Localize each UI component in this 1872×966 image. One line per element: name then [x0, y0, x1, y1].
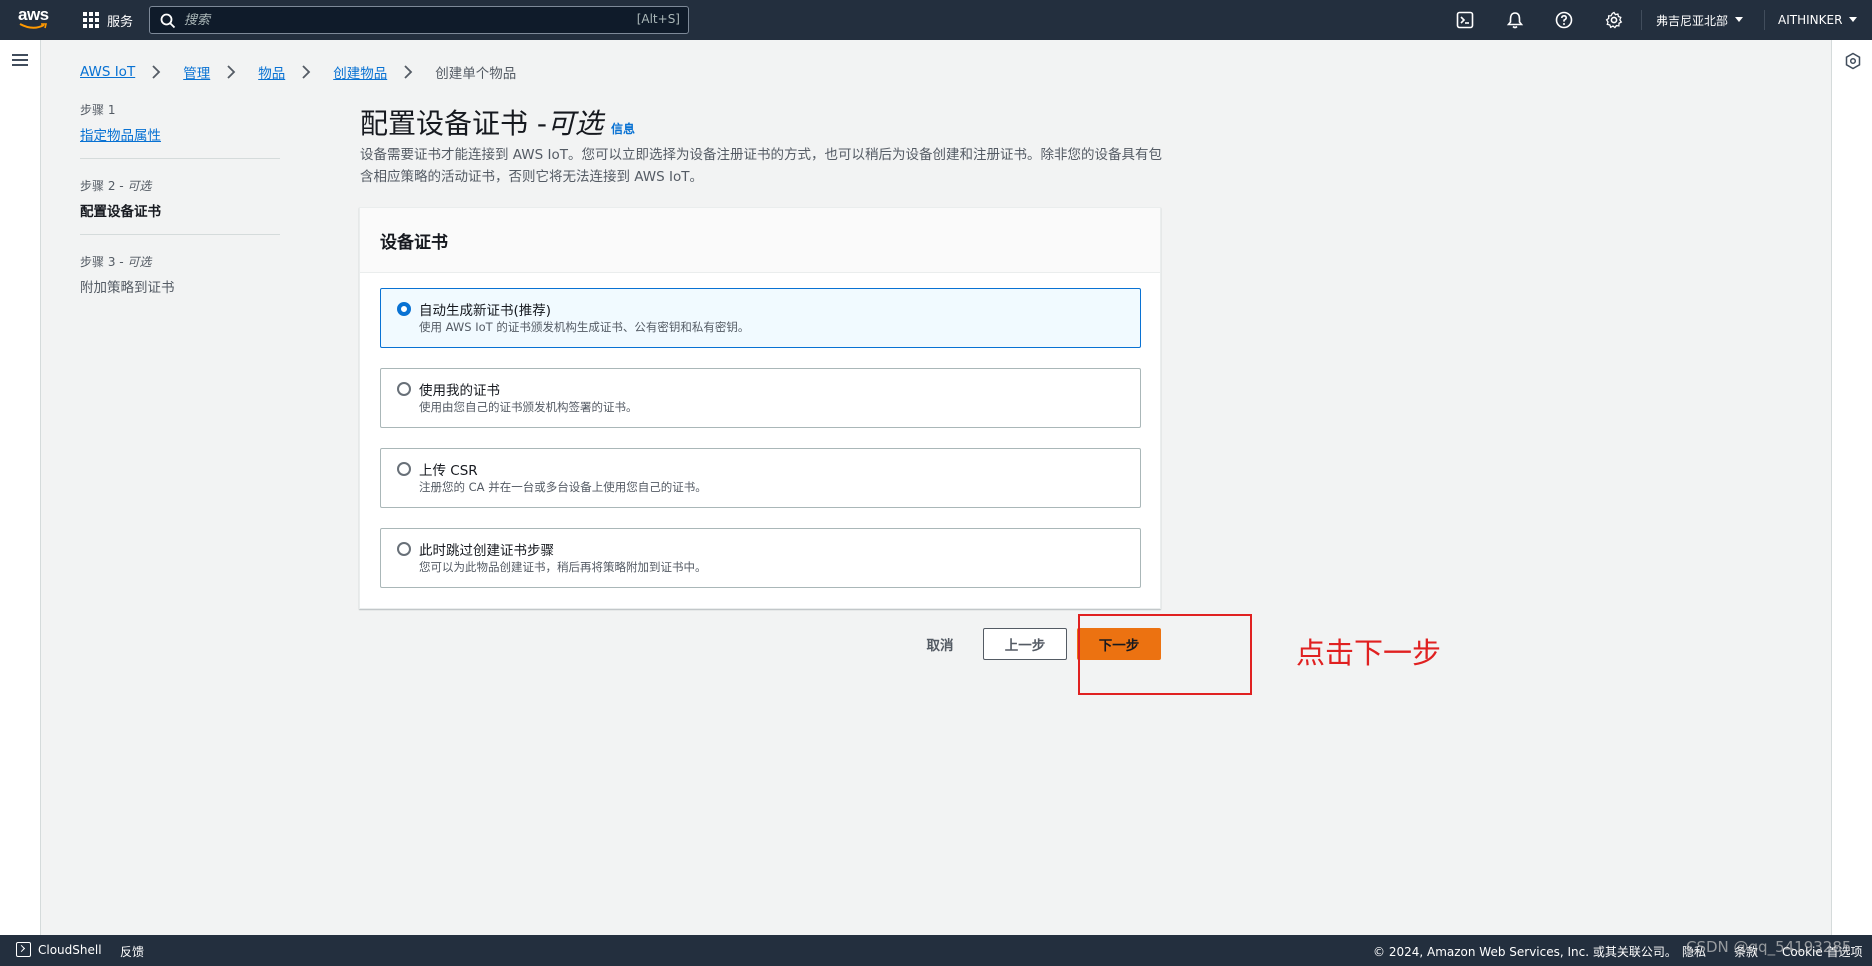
step-optional-text: - 可选	[115, 179, 152, 193]
aws-smile-icon	[19, 23, 47, 29]
cloudshell-label: CloudShell	[38, 942, 102, 957]
page-description: 设备需要证书才能连接到 AWS IoT。您可以立即选择为设备注册证书的方式，也可…	[360, 147, 1162, 185]
search-icon	[160, 13, 176, 29]
caret-down-icon	[1849, 17, 1858, 22]
wizard-step-2: 步骤 2 - 可选 配置设备证书	[80, 177, 280, 235]
chevron-right-icon	[227, 65, 236, 79]
aws-logo[interactable]: aws	[18, 6, 50, 33]
breadcrumb-create-things[interactable]: 创建物品	[333, 62, 387, 82]
feedback-link[interactable]: 反馈	[120, 943, 144, 960]
cloudshell-footer-button[interactable]: CloudShell	[16, 942, 102, 957]
option-use-my-certificate[interactable]: 使用我的证书 使用由您自己的证书颁发机构签署的证书。	[380, 368, 1141, 428]
menu-hamburger-icon[interactable]	[12, 54, 28, 67]
right-tools-rail	[1831, 40, 1872, 935]
step-optional-text: - 可选	[115, 255, 152, 269]
help-icon[interactable]	[1555, 11, 1573, 29]
step-number-label: 步骤 3 - 可选	[80, 253, 280, 270]
option-skip-certificate[interactable]: 此时跳过创建证书步骤 您可以为此物品创建证书，稍后再将策略附加到证书中。	[380, 528, 1141, 588]
radio-button-selected[interactable]	[397, 302, 411, 316]
cancel-button[interactable]: 取消	[916, 633, 964, 655]
top-navigation: aws 服务 [Alt+S] 弗吉尼亚北部 AITHINKER	[0, 0, 1872, 40]
radio-button[interactable]	[397, 462, 411, 476]
step-number-label: 步骤 1	[80, 101, 280, 118]
caret-down-icon	[1735, 17, 1744, 22]
wizard-step-1: 步骤 1 指定物品属性	[80, 101, 280, 159]
step-attach-policy: 附加策略到证书	[80, 280, 175, 296]
step-current-configure-cert: 配置设备证书	[80, 204, 161, 220]
step-label-text: 步骤 2	[80, 179, 116, 193]
wizard-steps: 步骤 1 指定物品属性 步骤 2 - 可选 配置设备证书 步骤 3 - 可选 附…	[80, 101, 280, 328]
option-title: 使用我的证书	[419, 383, 500, 399]
breadcrumb-current: 创建单个物品	[435, 66, 517, 82]
option-description: 使用由您自己的证书颁发机构签署的证书。	[419, 400, 638, 414]
watermark: CSDN @qq_54193285	[1686, 938, 1852, 956]
chevron-right-icon	[404, 65, 413, 79]
option-title: 自动生成新证书(推荐)	[419, 303, 552, 319]
option-title: 上传 CSR	[419, 463, 478, 479]
page-title: 配置设备证书 - 可选 信息	[360, 102, 635, 142]
info-link[interactable]: 信息	[611, 120, 635, 137]
search-shortcut-hint: [Alt+S]	[636, 12, 680, 26]
account-label: AITHINKER	[1778, 13, 1843, 27]
search-bar[interactable]: [Alt+S]	[149, 6, 689, 34]
option-auto-generate-certificate[interactable]: 自动生成新证书(推荐) 使用 AWS IoT 的证书颁发机构生成证书、公有密钥和…	[380, 288, 1141, 348]
cloudshell-icon	[16, 942, 31, 957]
services-grid-icon	[83, 12, 99, 28]
radio-button[interactable]	[397, 382, 411, 396]
option-description: 注册您的 CA 并在一台或多台设备上使用您自己的证书。	[419, 480, 707, 494]
nav-divider	[1764, 10, 1765, 30]
cloudshell-icon[interactable]	[1456, 11, 1474, 29]
chevron-right-icon	[152, 65, 161, 79]
left-navigation-rail	[0, 40, 41, 935]
panel-title: 设备证书	[360, 208, 1160, 273]
region-selector[interactable]: 弗吉尼亚北部	[1656, 0, 1744, 40]
option-description: 使用 AWS IoT 的证书颁发机构生成证书、公有密钥和私有密钥。	[419, 320, 750, 334]
option-description: 您可以为此物品创建证书，稍后再将策略附加到证书中。	[419, 560, 707, 574]
radio-button[interactable]	[397, 542, 411, 556]
wizard-step-3: 步骤 3 - 可选 附加策略到证书	[80, 253, 280, 310]
services-label: 服务	[107, 14, 134, 30]
option-upload-csr[interactable]: 上传 CSR 注册您的 CA 并在一台或多台设备上使用您自己的证书。	[380, 448, 1141, 508]
services-menu[interactable]: 服务	[83, 0, 133, 40]
breadcrumb-aws-iot[interactable]: AWS IoT	[80, 64, 135, 80]
step-label-text: 步骤 3	[80, 255, 116, 269]
account-menu[interactable]: AITHINKER	[1778, 0, 1858, 40]
region-label: 弗吉尼亚北部	[1656, 13, 1729, 28]
previous-button[interactable]: 上一步	[983, 628, 1067, 660]
help-panel-icon[interactable]	[1844, 52, 1862, 70]
settings-gear-icon[interactable]	[1605, 11, 1623, 29]
step-label-text: 步骤 1	[80, 103, 116, 117]
option-title: 此时跳过创建证书步骤	[419, 543, 554, 559]
step-number-label: 步骤 2 - 可选	[80, 177, 280, 194]
copyright-text: © 2024, Amazon Web Services, Inc. 或其关联公司…	[1373, 945, 1677, 959]
breadcrumb: AWS IoT 管理 物品 创建物品 创建单个物品	[80, 62, 516, 82]
page-title-text: 配置设备证书 -	[360, 107, 548, 140]
nav-divider	[1641, 10, 1642, 30]
device-certificate-panel: 设备证书 自动生成新证书(推荐) 使用 AWS IoT 的证书颁发机构生成证书、…	[359, 207, 1161, 609]
chevron-right-icon	[302, 65, 311, 79]
breadcrumb-manage[interactable]: 管理	[183, 62, 210, 82]
annotation-text: 点击下一步	[1296, 636, 1442, 670]
step-link-specify-thing[interactable]: 指定物品属性	[80, 124, 280, 144]
breadcrumb-things[interactable]: 物品	[258, 62, 285, 82]
notifications-bell-icon[interactable]	[1506, 11, 1524, 29]
footer: CloudShell 反馈 © 2024, Amazon Web Service…	[0, 935, 1872, 966]
page-title-optional: 可选	[547, 107, 604, 140]
annotation-highlight-box	[1078, 614, 1252, 695]
search-input[interactable]	[184, 10, 604, 30]
